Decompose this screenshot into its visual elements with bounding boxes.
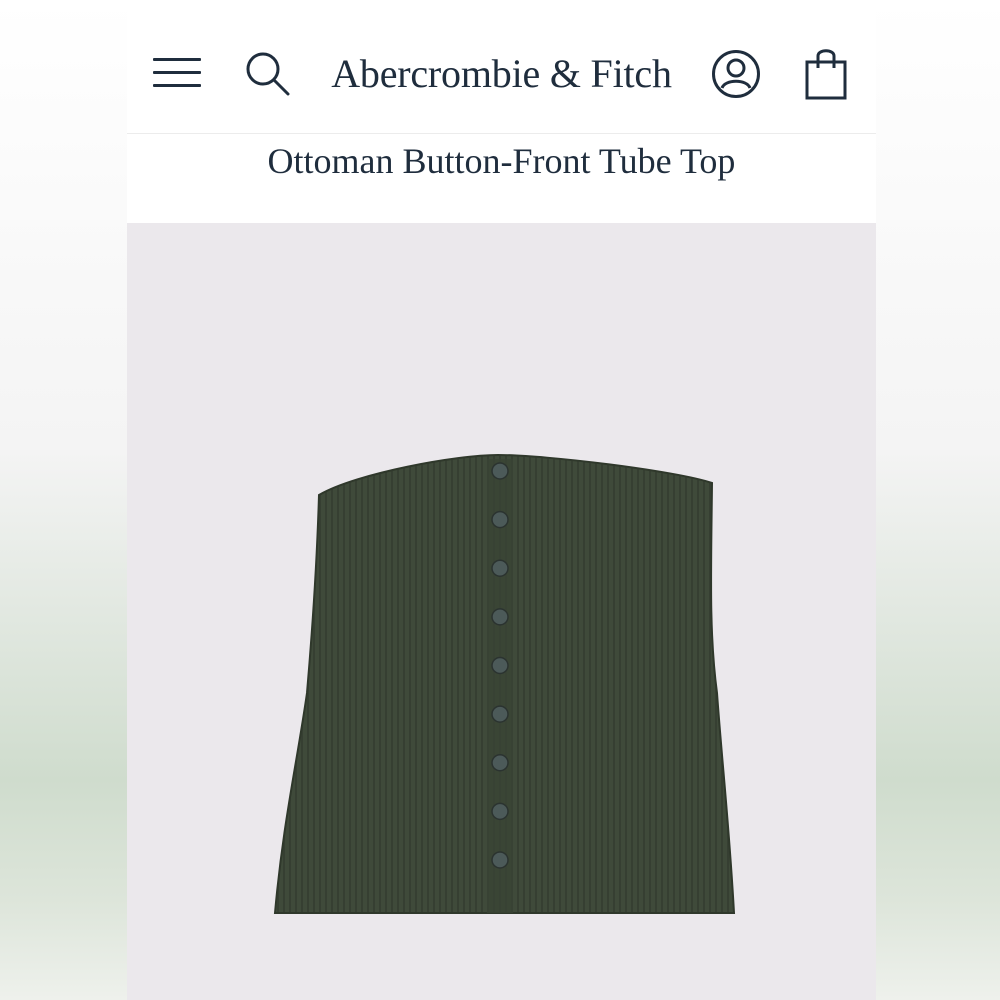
product-image-area[interactable] <box>127 223 876 1000</box>
mobile-page: Abercrombie & Fitch Ottoman Button-Front… <box>127 0 876 1000</box>
product-button <box>491 559 509 577</box>
product-button <box>491 802 509 821</box>
product-button <box>491 510 509 529</box>
right-backdrop <box>876 0 1000 1000</box>
product-button <box>491 851 509 869</box>
product-button <box>491 754 509 772</box>
product-button <box>491 608 509 626</box>
account-icon[interactable] <box>711 49 761 99</box>
shopping-bag-icon[interactable] <box>805 46 847 100</box>
product-image <box>273 453 736 914</box>
site-header: Abercrombie & Fitch <box>127 0 876 134</box>
product-button <box>491 462 509 480</box>
buttons-group <box>491 462 509 869</box>
product-button <box>491 705 509 723</box>
brand-logo[interactable]: Abercrombie & Fitch <box>127 50 876 97</box>
left-backdrop <box>0 0 127 1000</box>
product-button <box>491 656 509 675</box>
product-title: Ottoman Button-Front Tube Top <box>267 141 736 181</box>
